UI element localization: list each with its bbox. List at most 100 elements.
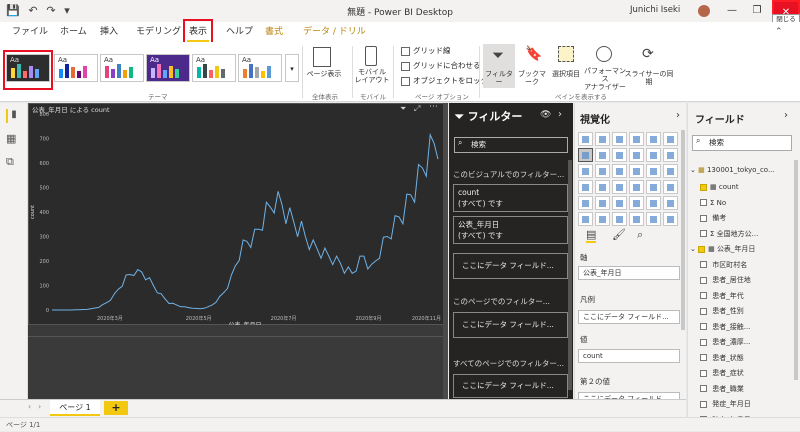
snap-to-grid-checkbox[interactable]: グリッドに合わせる: [401, 60, 481, 71]
filters-scrollbar[interactable]: [568, 160, 572, 390]
collapse-ribbon-icon[interactable]: ⌃: [775, 27, 783, 37]
field-checkbox[interactable]: [700, 307, 707, 315]
100-bar-icon[interactable]: [646, 132, 661, 146]
field-checkbox[interactable]: [700, 323, 707, 330]
field-checkbox[interactable]: [700, 230, 707, 237]
field-checkbox[interactable]: [700, 199, 707, 206]
key-influencers-icon[interactable]: [578, 212, 593, 226]
field-item[interactable]: 備考: [700, 211, 800, 226]
sync-slicers-button[interactable]: スライサーの同期: [624, 70, 674, 86]
tab-insert[interactable]: 挿入: [100, 22, 118, 42]
fields-search-input[interactable]: 検索: [692, 135, 792, 151]
field-checkbox[interactable]: [700, 369, 707, 377]
filters-search-input[interactable]: 検索: [454, 137, 568, 153]
legend-well[interactable]: ここにデータ フィールド...: [578, 310, 680, 324]
treemap-icon[interactable]: [663, 164, 678, 178]
card-icon[interactable]: [646, 180, 661, 194]
analytics-tab-icon[interactable]: ⌕: [637, 228, 643, 242]
eye-icon[interactable]: 👁: [540, 110, 551, 120]
theme-innovate[interactable]: Aa: [100, 54, 144, 82]
line-column-icon[interactable]: [629, 148, 644, 162]
tab-file[interactable]: ファイル: [12, 22, 48, 42]
filled-map-icon[interactable]: [595, 180, 610, 194]
minimize-button[interactable]: —: [720, 0, 744, 22]
field-checkbox[interactable]: [700, 338, 707, 346]
field-item[interactable]: 患者_症状: [700, 366, 800, 381]
python-visual-icon[interactable]: [663, 196, 678, 210]
theme-city-park[interactable]: Aa: [238, 54, 282, 82]
canvas-scrollbar[interactable]: [443, 103, 448, 399]
field-item[interactable]: 患者_職業: [700, 382, 800, 397]
format-tab-icon[interactable]: 🖌: [612, 228, 626, 241]
theme-purple[interactable]: Aa: [146, 54, 190, 82]
donut-icon[interactable]: [646, 164, 661, 178]
theme-classic[interactable]: Aa: [192, 54, 236, 82]
collapse-filters-icon[interactable]: ›: [558, 109, 562, 120]
100-column-icon[interactable]: [663, 132, 678, 146]
field-checkbox[interactable]: [700, 214, 707, 222]
tab-help[interactable]: ヘルプ: [226, 22, 253, 42]
avatar[interactable]: [698, 5, 710, 17]
theme-dark[interactable]: Aa: [6, 54, 50, 82]
theme-default[interactable]: Aa: [54, 54, 98, 82]
multirow-card-icon[interactable]: [663, 180, 678, 194]
stacked-area-icon[interactable]: [612, 148, 627, 162]
field-item[interactable]: 患者_状態: [700, 351, 800, 366]
field-checkbox[interactable]: [700, 292, 707, 299]
line-clustered-icon[interactable]: [646, 148, 661, 162]
filter-drop-zone-all[interactable]: ここにデータ フィールド...: [453, 374, 568, 398]
prev-page-icon[interactable]: ‹: [28, 402, 31, 411]
bookmark-pane-button[interactable]: ブックマーク: [515, 70, 549, 86]
more-visuals-icon[interactable]: [663, 212, 678, 226]
maximize-button[interactable]: ❐: [745, 0, 769, 22]
filter-pane-button[interactable]: フィルター: [483, 70, 515, 86]
field-checkbox[interactable]: [700, 400, 707, 408]
field-item[interactable]: 患者_濃厚...: [700, 335, 800, 350]
ribbon-chart-icon[interactable]: [663, 148, 678, 162]
paginated-icon[interactable]: [646, 212, 661, 226]
field-item[interactable]: 市区町村名: [700, 258, 800, 273]
collapse-fields-icon[interactable]: ›: [784, 110, 788, 121]
tab-format[interactable]: 書式: [265, 22, 283, 42]
report-view-icon[interactable]: ▮: [6, 109, 20, 123]
funnel-icon[interactable]: [595, 164, 610, 178]
scatter-icon[interactable]: [612, 164, 627, 178]
field-checkbox[interactable]: [700, 261, 707, 268]
filter-drop-zone-visual[interactable]: ここにデータ フィールド...: [453, 253, 568, 279]
field-item[interactable]: 発症_年月日: [700, 397, 800, 412]
fields-tab-icon[interactable]: ▤: [586, 228, 597, 243]
line-chart-icon[interactable]: [578, 148, 593, 162]
values-well[interactable]: count: [578, 349, 680, 363]
field-item[interactable]: Σ 全国地方公...: [700, 227, 800, 242]
field-item[interactable]: ▦ count: [700, 180, 800, 195]
tab-view[interactable]: 表示: [189, 22, 207, 42]
mobile-layout-button[interactable]: モバイル レイアウト: [354, 68, 390, 84]
clustered-bar-icon[interactable]: [612, 132, 627, 146]
stacked-bar-icon[interactable]: [578, 132, 593, 146]
tab-modeling[interactable]: モデリング: [136, 22, 181, 42]
next-page-icon[interactable]: ›: [38, 402, 41, 411]
field-table[interactable]: ⌄ ▦ 130001_tokyo_co...: [690, 163, 790, 178]
selection-pane-button[interactable]: 選択項目: [549, 70, 583, 78]
field-item[interactable]: 患者_年代: [700, 289, 800, 304]
filter-card-count[interactable]: count (すべて) です: [453, 184, 568, 212]
matrix-icon[interactable]: [629, 196, 644, 210]
field-checkbox[interactable]: [700, 183, 707, 191]
field-item[interactable]: ⌄ ▦ 公表_年月日: [690, 242, 790, 257]
gauge-icon[interactable]: [629, 180, 644, 194]
stacked-column-icon[interactable]: [595, 132, 610, 146]
viz-scrollbar[interactable]: [681, 130, 685, 330]
filter-drop-zone-page[interactable]: ここにデータ フィールド...: [453, 312, 568, 338]
kpi-icon[interactable]: [578, 196, 593, 210]
qa-icon[interactable]: [612, 212, 627, 226]
shape-map-icon[interactable]: [612, 180, 627, 194]
field-item[interactable]: 患者_居住地: [700, 273, 800, 288]
tab-home[interactable]: ホーム: [60, 22, 87, 42]
area-chart-icon[interactable]: [595, 148, 610, 162]
theme-more-dropdown[interactable]: ▾: [285, 54, 299, 82]
table-icon[interactable]: [612, 196, 627, 210]
decomposition-tree-icon[interactable]: [595, 212, 610, 226]
collapse-viz-icon[interactable]: ›: [676, 110, 680, 121]
field-checkbox[interactable]: [698, 245, 706, 253]
field-checkbox[interactable]: [700, 385, 707, 392]
